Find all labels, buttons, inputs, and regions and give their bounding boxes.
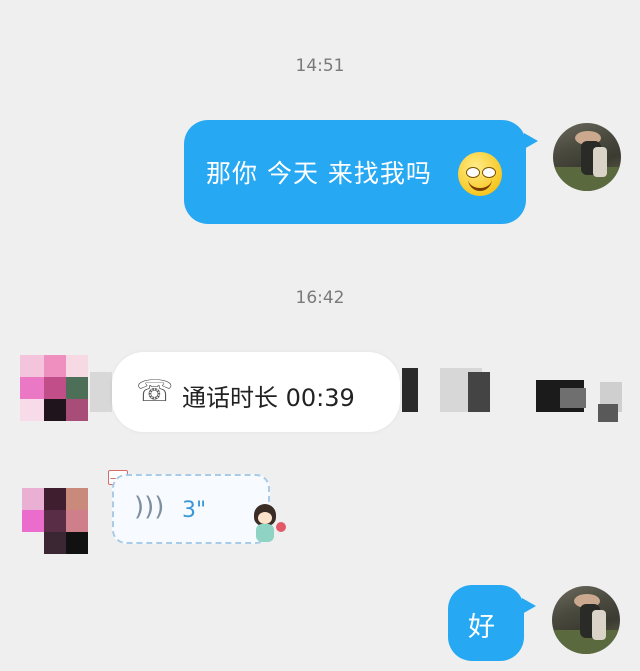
avatar-censored[interactable] [22, 488, 90, 558]
girl-sticker-icon [248, 504, 292, 546]
voice-waves-icon: ))) [134, 492, 165, 522]
call-duration-label: 通话时长 00:39 [182, 384, 355, 412]
call-record-bubble[interactable]: ☏ 通话时长 00:39 [112, 352, 400, 432]
timestamp: 14:51 [295, 56, 345, 76]
bubble-tail [522, 598, 536, 614]
avatar[interactable] [552, 586, 620, 654]
grin-emoji-icon [458, 152, 502, 196]
message-text: 好 [468, 612, 495, 643]
avatar[interactable] [553, 123, 621, 191]
phone-icon: ☏ [136, 374, 174, 409]
message-bubble-outgoing[interactable]: 那你 今天 来找我吗 [184, 120, 526, 224]
voice-message-bubble[interactable]: ))) 3" [112, 474, 270, 544]
bubble-tail [524, 133, 538, 149]
message-text: 那你 今天 来找我吗 [206, 159, 432, 188]
avatar-censored[interactable] [20, 355, 90, 425]
voice-duration: 3" [182, 498, 207, 523]
timestamp: 16:42 [295, 288, 345, 308]
message-bubble-outgoing[interactable]: 好 [448, 585, 524, 661]
